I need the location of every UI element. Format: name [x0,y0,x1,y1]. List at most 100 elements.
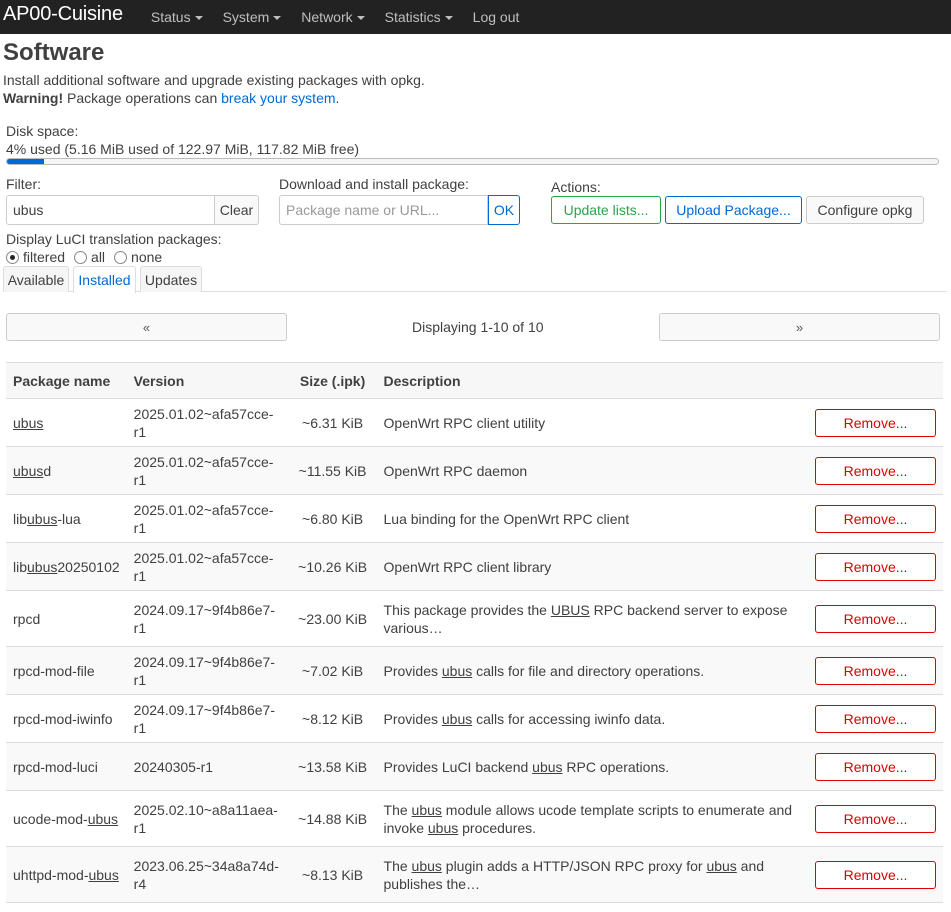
package-name-cell: libubus-lua [6,495,127,543]
translation-option-filtered[interactable]: filtered [6,249,65,265]
page-description: Install additional software and upgrade … [3,72,425,88]
description-text: This package provides the [383,601,551,618]
caret-down-icon [273,16,282,20]
remove-button[interactable]: Remove... [815,552,936,581]
pager-info: Displaying 1-10 of 10 [412,319,544,335]
filter-match: ubus [706,857,737,874]
description-text: Provides LuCI backend [383,758,533,775]
filter-match: ubus [441,662,473,679]
remove-button[interactable]: Remove... [815,504,936,533]
menu-label: Network [301,9,353,25]
version-cell: 2024.09.17~9f4b86e7-r1 [133,601,275,636]
remove-button[interactable]: Remove... [815,456,936,485]
version-cell: 2025.01.02~afa57cce-r1 [133,549,274,584]
description-cell: The ubus plugin adds a HTTP/JSON RPC pro… [377,847,805,903]
description-text: The [383,857,412,874]
version-cell: 2023.06.25~34a8a74d-r4 [133,857,279,892]
tab-available[interactable]: Available [3,266,69,292]
size-cell: ~14.88 KiB [298,810,368,827]
action-cell: Remove... [805,695,943,743]
package-url-input[interactable]: Package name or URL... [279,195,488,225]
name-text: d [43,462,52,479]
disk-usage-text: 4% used (5.16 MiB used of 122.97 MiB, 11… [6,141,360,157]
filter-match: ubus [411,857,442,874]
radio-label: filtered [23,249,66,265]
clear-filter-button[interactable]: Clear [215,195,259,225]
version-cell: 2025.01.02~afa57cce-r1 [133,453,274,488]
configure-opkg-button[interactable]: Configure opkg [806,196,924,224]
description-text: RPC operations. [562,758,670,775]
name-text: rpcd [13,610,41,627]
controls-area: Filter: ubus Clear Download and install … [3,165,948,265]
filter-match: ubus [427,819,459,836]
filter-input[interactable]: ubus [6,195,215,225]
package-name-cell: ubus [6,399,127,447]
description-text: procedures. [458,819,537,836]
name-text: ucode-mod- [13,810,88,827]
table-row: libubus20250102 2025.01.02~afa57cce-r1 ~10… [6,542,943,591]
description-text: calls for file and directory operations. [472,662,705,679]
table-header-row: Package name Version Size (.ipk) Descriptio… [6,362,943,399]
column-header-package-name: Package name [6,362,127,399]
description-text: OpenWrt RPC client library [383,558,552,575]
menu-network[interactable]: Network [301,9,365,25]
description-cell: Provides ubus calls for file and directo… [377,647,805,695]
remove-button[interactable]: Remove... [815,860,936,889]
description-text: OpenWrt RPC client utility [383,414,546,431]
package-tabs: Available Installed Updates [3,266,947,293]
radio-all[interactable] [74,250,88,264]
remove-button[interactable]: Remove... [815,656,936,685]
column-header-actions [805,362,943,399]
action-cell: Remove... [805,591,943,647]
action-cell: Remove... [805,847,943,903]
size-cell: ~8.12 KiB [302,710,364,727]
table-row: uhttpd-mod-ubus 2023.06.25~34a8a74d-r4 ~8.… [6,846,943,903]
description-cell: This package provides the UBUS RPC backe… [377,591,805,647]
version-cell: 20240305-r1 [133,758,214,775]
break-system-link[interactable]: break your system [221,90,335,106]
pager: « Displaying 1-10 of 10 » [3,292,948,362]
table-row: ubusd 2025.01.02~afa57cce-r1 ~11.55 KiB Ope… [6,446,943,495]
package-name-cell: rpcd-mod-iwinfo [6,695,127,743]
menu-statistics[interactable]: Statistics [385,9,453,25]
table-body: ubus 2025.01.02~afa57cce-r1 ~6.31 KiB OpenW… [6,399,943,903]
version-cell: 2024.09.17~9f4b86e7-r1 [133,701,275,736]
package-name-cell: uhttpd-mod-ubus [6,847,127,903]
remove-button[interactable]: Remove... [815,604,936,633]
main-content: Software Install additional software and… [0,39,951,903]
action-cell: Remove... [805,791,943,847]
table-row: rpcd 2024.09.17~9f4b86e7-r1 ~23.00 KiB This… [6,591,943,647]
brand-title[interactable]: AP00-Cuisine [3,3,123,26]
tab-installed[interactable]: Installed [73,266,136,293]
install-ok-button[interactable]: OK [488,195,520,225]
page-title: Software [3,39,105,66]
menu-system[interactable]: System [223,9,282,25]
package-name-cell: libubus20250102 [6,543,127,591]
table-row: ubus 2025.01.02~afa57cce-r1 ~6.31 KiB OpenW… [6,399,943,447]
update-lists-button[interactable]: Update lists... [551,196,661,224]
remove-button[interactable]: Remove... [815,752,936,781]
disk-space-label: Disk space: [6,123,79,139]
translation-option-all[interactable]: all [74,249,105,265]
menu-status[interactable]: Status [151,9,203,25]
translation-option-none[interactable]: none [114,249,162,265]
menu-label: Status [150,9,191,25]
description-text: Lua binding for the OpenWrt RPC client [383,510,630,527]
pager-prev-button[interactable]: « [6,313,287,341]
description-cell: Lua binding for the OpenWrt RPC client [377,495,805,543]
tab-updates[interactable]: Updates [140,266,202,292]
description-cell: OpenWrt RPC client utility [377,399,805,447]
name-text: 20250102 [57,558,120,575]
name-text: rpcd-mod-luci [13,758,98,775]
filter-match: ubus [441,710,473,727]
menu-log-out[interactable]: Log out [473,9,520,25]
radio-filtered[interactable] [6,250,19,264]
remove-button[interactable]: Remove... [815,704,936,733]
size-cell: ~8.13 KiB [302,866,364,883]
disk-usage-bar [6,158,939,165]
pager-next-button[interactable]: » [659,313,940,341]
upload-package-button[interactable]: Upload Package... [665,196,802,224]
remove-button[interactable]: Remove... [815,804,936,833]
remove-button[interactable]: Remove... [815,408,936,437]
radio-none[interactable] [114,250,128,264]
